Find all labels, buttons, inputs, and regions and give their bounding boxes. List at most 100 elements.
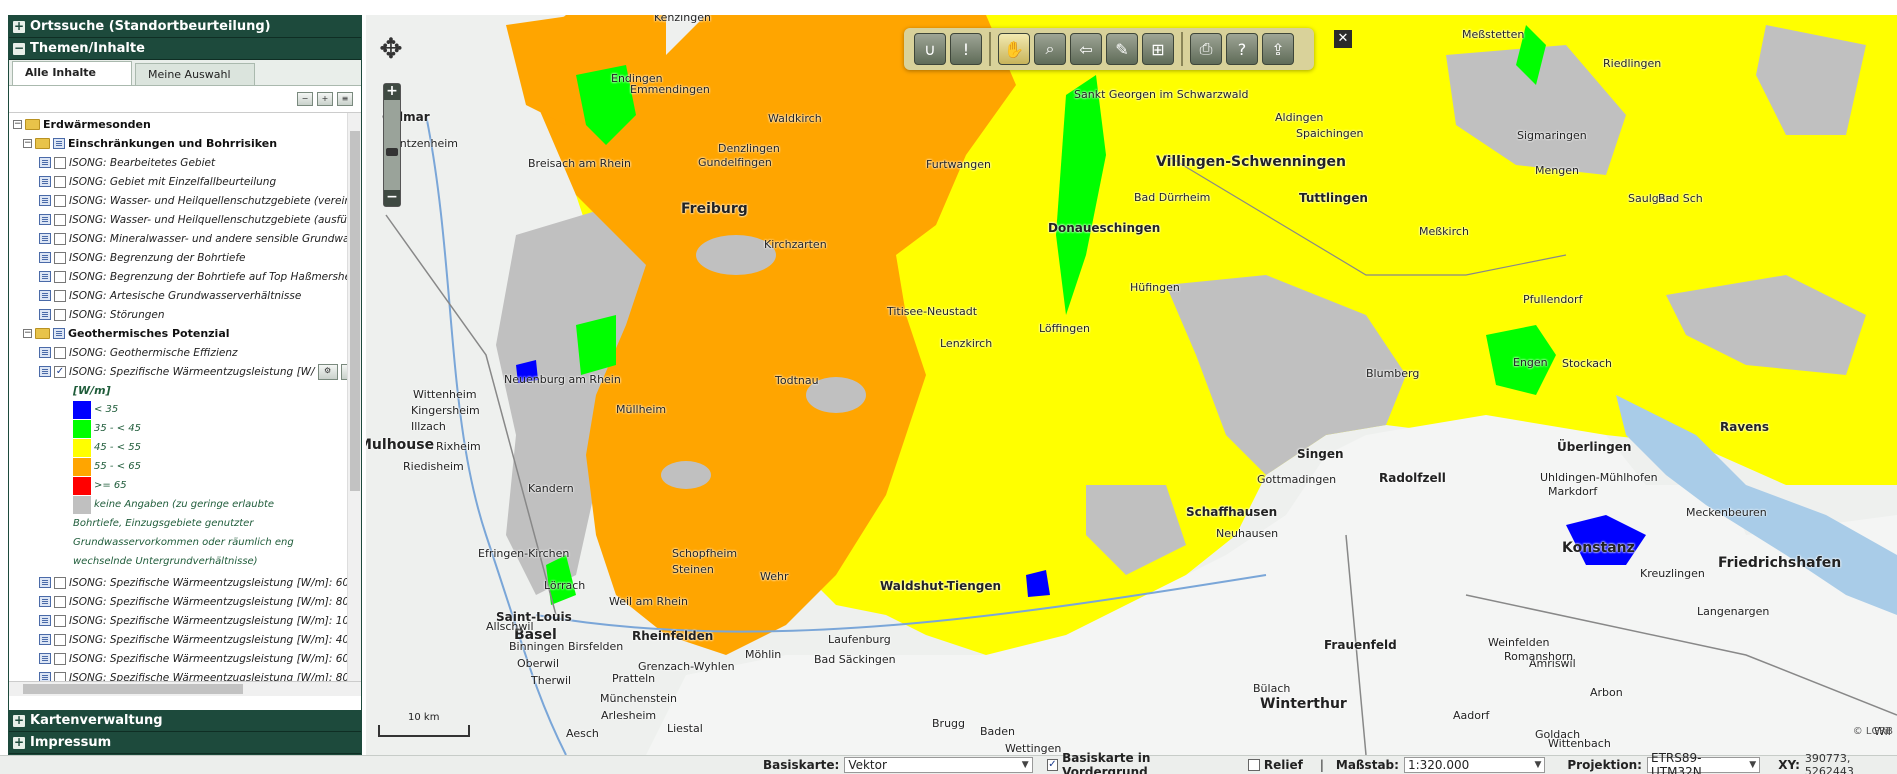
accordion-impressum[interactable]: + Impressum xyxy=(9,732,361,754)
layer-item[interactable]: ISONG: Geothermische Effizienz xyxy=(39,343,238,362)
measure-icon[interactable]: ⊞ xyxy=(1142,33,1174,65)
layer-checkbox[interactable] xyxy=(54,194,66,207)
place-label: Ravens xyxy=(1720,420,1769,434)
layer-label: ISONG: Gebiet mit Einzelfallbeurteilung xyxy=(69,175,277,188)
zoom-box-icon[interactable]: ⌕ xyxy=(1034,33,1066,65)
collapse-icon[interactable]: − xyxy=(13,120,22,129)
tree-node-root[interactable]: − Erdwärmesonden xyxy=(13,115,151,134)
help-icon[interactable]: ? xyxy=(1226,33,1258,65)
layer-item[interactable]: ISONG: Begrenzung der Bohrtiefe xyxy=(39,248,246,267)
layer-checkbox[interactable] xyxy=(54,671,66,681)
toolbar-close-icon[interactable]: ✕ xyxy=(1334,30,1352,48)
tree-options-button[interactable]: ≡ xyxy=(337,92,353,106)
tab-meine-auswahl[interactable]: Meine Auswahl xyxy=(135,63,255,85)
layer-checkbox[interactable] xyxy=(54,595,66,608)
tree-horizontal-scrollbar[interactable] xyxy=(9,682,361,696)
vordergrund-checkbox[interactable]: ✓ xyxy=(1046,759,1059,771)
place-label: Freiburg xyxy=(681,201,748,217)
zoom-slider[interactable]: + − xyxy=(383,83,401,207)
scrollbar-thumb[interactable] xyxy=(23,684,243,694)
layer-checkbox[interactable] xyxy=(54,232,66,245)
place-label: Winterthur xyxy=(1260,696,1347,712)
place-label: Donaueschingen xyxy=(1048,221,1161,235)
layer-item[interactable]: ISONG: Störungen xyxy=(39,305,165,324)
layer-item[interactable]: ISONG: Artesische Grundwasserverhältniss… xyxy=(39,286,301,305)
tree-node-group2[interactable]: − Geothermisches Potenzial xyxy=(23,324,230,343)
accordion-kartenverwaltung[interactable]: + Kartenverwaltung xyxy=(9,710,361,732)
layer-checkbox[interactable] xyxy=(54,308,66,321)
layer-icon xyxy=(39,577,51,588)
map-canvas[interactable]: Kenzingen Endingen Emmendingen Waldkirch Col… xyxy=(366,15,1897,755)
layer-item[interactable]: ISONG: Wasser- und Heilquellenschutzgebi… xyxy=(39,191,351,210)
collapse-icon[interactable]: − xyxy=(23,139,32,148)
legend-item: 55 - < 65 xyxy=(73,457,141,476)
layer-item[interactable]: ISONG: Spezifische Wärmeentzugsleistung … xyxy=(39,573,357,592)
layer-checkbox[interactable] xyxy=(54,576,66,589)
layer-item[interactable]: ISONG: Gebiet mit Einzelfallbeurteilung xyxy=(39,172,276,191)
layer-item[interactable]: ISONG: Wasser- und Heilquellenschutzgebi… xyxy=(39,210,358,229)
draw-icon[interactable]: ✎ xyxy=(1106,33,1138,65)
legend-label: 55 - < 65 xyxy=(94,461,141,472)
tree-node-group1[interactable]: − Einschränkungen und Bohrrisiken xyxy=(23,134,277,153)
layer-checkbox-checked[interactable]: ✓ xyxy=(54,365,66,378)
tree-vertical-scrollbar[interactable] xyxy=(347,113,361,681)
layer-checkbox[interactable] xyxy=(54,270,66,283)
zoom-slider-thumb[interactable] xyxy=(386,148,398,156)
layer-checkbox[interactable] xyxy=(54,346,66,359)
layer-checkbox[interactable] xyxy=(54,251,66,264)
relief-checkbox[interactable] xyxy=(1248,759,1260,771)
layer-checkbox[interactable] xyxy=(54,652,66,665)
back-icon[interactable]: ⇦ xyxy=(1070,33,1102,65)
print-icon[interactable]: ⎙ xyxy=(1190,33,1222,65)
place-label: Aesch xyxy=(566,727,599,740)
accordion-ortssuche[interactable]: + Ortssuche (Standortbeurteilung) xyxy=(9,16,361,38)
magnet-icon[interactable]: ∪ xyxy=(914,33,946,65)
accordion-ortssuche-label: Ortssuche (Standortbeurteilung) xyxy=(30,19,271,34)
place-label: Mulhouse xyxy=(366,437,435,453)
tree-node-label: Erdwärmesonden xyxy=(43,118,151,131)
basiskarte-select[interactable]: Vektor ▼ xyxy=(844,757,1033,773)
layer-checkbox[interactable] xyxy=(54,156,66,169)
layer-checkbox[interactable] xyxy=(54,614,66,627)
layer-item[interactable]: ISONG: Bearbeitetes Gebiet xyxy=(39,153,215,172)
zoom-in-button[interactable]: + xyxy=(384,84,400,100)
upload-icon[interactable]: ⇪ xyxy=(1262,33,1294,65)
place-label: Illzach xyxy=(411,420,446,433)
legend-swatch xyxy=(73,438,91,457)
place-label: Friedrichshafen xyxy=(1718,555,1842,571)
layer-item[interactable]: ISONG: Spezifische Wärmeentzugsleistung … xyxy=(39,592,357,611)
collapse-icon[interactable]: − xyxy=(23,329,32,338)
separator: | xyxy=(1319,758,1324,772)
layer-tools-icon[interactable]: ⚙ xyxy=(317,363,338,380)
tab-alle-inhalte[interactable]: Alle Inhalte xyxy=(12,61,132,85)
collapse-all-button[interactable]: − xyxy=(297,92,313,106)
layer-item[interactable]: ISONG: Spezifische Wärmeentzugsleistung … xyxy=(39,611,356,630)
place-label: Rixheim xyxy=(436,440,481,453)
legend-swatch xyxy=(73,457,91,476)
scrollbar-thumb[interactable] xyxy=(350,131,360,491)
layer-checkbox[interactable] xyxy=(54,213,66,226)
layer-icon xyxy=(39,309,51,320)
layer-item[interactable]: ISONG: Spezifische Wärmeentzugsleistung … xyxy=(39,649,357,668)
info-pin-icon[interactable]: ! xyxy=(950,33,982,65)
accordion-themen[interactable]: − Themen/Inhalte xyxy=(9,38,361,60)
layer-checkbox[interactable] xyxy=(54,175,66,188)
expand-all-button[interactable]: + xyxy=(317,92,333,106)
layer-item[interactable]: ISONG: Mineralwasser- und andere sensibl… xyxy=(39,229,355,248)
pan-arrows-icon[interactable]: ✥ xyxy=(374,23,408,73)
legend-item: >= 65 xyxy=(73,476,127,495)
layer-checkbox[interactable] xyxy=(54,633,66,646)
layer-item[interactable]: ISONG: Begrenzung der Bohrtiefe auf Top … xyxy=(39,267,354,286)
layer-item-selected[interactable]: ✓ ISONG: Spezifische Wärmeentzugsleistun… xyxy=(39,362,361,381)
layer-group-icon xyxy=(53,138,65,149)
layer-icon xyxy=(39,596,51,607)
pan-hand-icon[interactable]: ✋ xyxy=(998,33,1030,65)
layer-item[interactable]: ISONG: Spezifische Wärmeentzugsleistung … xyxy=(39,668,357,681)
massstab-select[interactable]: 1:320.000 ▼ xyxy=(1403,757,1546,773)
layer-item[interactable]: ISONG: Spezifische Wärmeentzugsleistung … xyxy=(39,630,357,649)
layer-label: ISONG: Begrenzung der Bohrtiefe auf Top … xyxy=(69,270,354,283)
layer-checkbox[interactable] xyxy=(54,289,66,302)
projektion-select[interactable]: ETRS89-UTM32N ▼ xyxy=(1646,751,1761,774)
zoom-out-button[interactable]: − xyxy=(384,190,400,206)
place-label: Denzlingen xyxy=(718,142,780,155)
